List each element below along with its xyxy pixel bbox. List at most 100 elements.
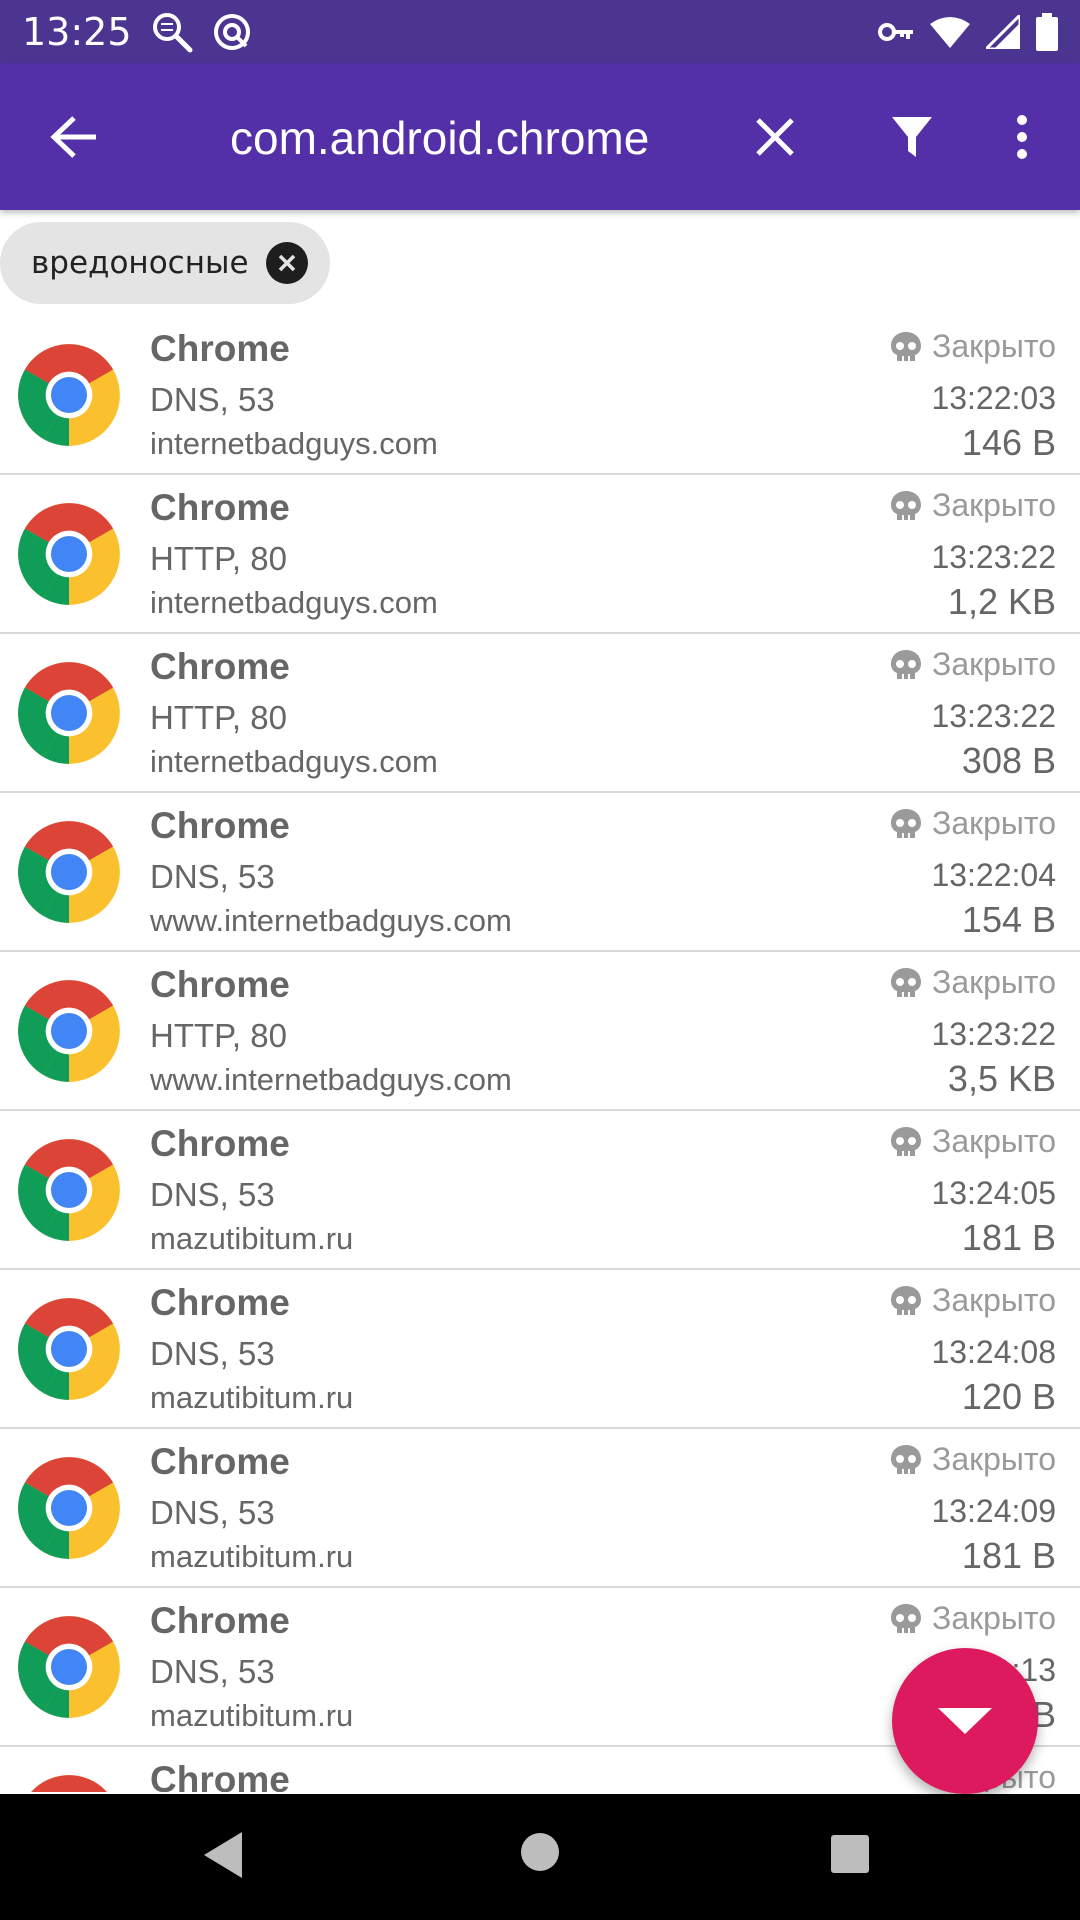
app-name: Chrome: [150, 1441, 290, 1482]
close-icon: [278, 254, 296, 272]
hostname: mazutibitum.ru: [150, 1539, 354, 1574]
hostname: mazutibitum.ru: [150, 1698, 354, 1733]
nav-recents-icon: [831, 1835, 869, 1873]
more-vert-icon: [1017, 115, 1027, 159]
chrome-icon: [18, 980, 120, 1082]
app-name: Chrome: [150, 1282, 290, 1323]
connection-status: Закрыто: [890, 1282, 1056, 1319]
status-bar: 13:25: [0, 0, 1080, 63]
timestamp: 13:24:09: [931, 1493, 1056, 1529]
timestamp: 13:24:08: [931, 1334, 1056, 1370]
list-item[interactable]: Chrome HTTP, 80 internetbadguys.com Закр…: [0, 475, 1080, 634]
data-size: 181 B: [961, 1535, 1056, 1576]
back-arrow-icon: [50, 116, 96, 158]
status-label: Закрыто: [931, 1282, 1056, 1318]
protocol-port: DNS, 53: [150, 1335, 275, 1372]
hostname: internetbadguys.com: [150, 426, 438, 461]
skull-icon: [890, 1603, 921, 1633]
status-time: 13:25: [22, 9, 132, 54]
connection-status: Закрыто: [890, 964, 1056, 1001]
skull-icon: [890, 1444, 921, 1474]
protocol-port: DNS, 53: [150, 381, 275, 418]
chrome-icon: [18, 821, 120, 923]
connection-status: Закрыто: [890, 646, 1056, 683]
status-label: Закрыто: [931, 964, 1056, 1000]
data-size: 120 B: [961, 1376, 1056, 1417]
signal-icon: [986, 14, 1020, 49]
status-bar-right: [878, 12, 1058, 51]
chrome-icon: [18, 1616, 120, 1718]
data-size: 1,2 KB: [947, 581, 1056, 622]
key-icon: [878, 20, 914, 44]
app-name: Chrome: [150, 328, 290, 369]
filter-chip-label: вредоносные: [31, 245, 249, 281]
connection-status: Закрыто: [890, 805, 1056, 842]
status-label: Закрыто: [931, 1441, 1056, 1477]
filter-chip[interactable]: вредоносные: [0, 222, 330, 304]
list-item[interactable]: Chrome DNS, 53 mazutibitum.ru Закрыто 13…: [0, 1270, 1080, 1429]
protocol-port: HTTP, 80: [150, 540, 287, 577]
status-label: Закрыто: [931, 1600, 1056, 1636]
filter-icon: [892, 117, 932, 157]
chip-remove-button[interactable]: [266, 242, 308, 284]
wifi-icon: [930, 16, 970, 48]
app-name: Chrome: [150, 487, 290, 528]
chrome-icon: [18, 1457, 120, 1559]
more-options-button[interactable]: [1000, 107, 1044, 167]
list-item[interactable]: Chrome HTTP, 80 internetbadguys.com Закр…: [0, 634, 1080, 793]
scroll-down-fab[interactable]: [892, 1648, 1038, 1794]
search-query[interactable]: com.android.chrome: [230, 109, 649, 167]
status-label: Закрыто: [931, 1123, 1056, 1159]
status-label: Закрыто: [931, 487, 1056, 523]
vpn-network-icon: [212, 12, 252, 52]
clear-search-button[interactable]: [745, 107, 805, 167]
skull-icon: [890, 1126, 921, 1156]
skull-icon: [890, 967, 921, 997]
status-label: Закрыто: [931, 646, 1056, 682]
chrome-icon: [18, 503, 120, 605]
back-button[interactable]: [44, 107, 104, 167]
data-size: 308 B: [961, 740, 1056, 781]
timestamp: 13:22:03: [931, 380, 1056, 416]
skull-icon: [890, 331, 921, 361]
timestamp: 13:23:22: [931, 1016, 1056, 1052]
chrome-icon: [18, 1298, 120, 1400]
filter-button[interactable]: [882, 107, 942, 167]
arrow-drop-down-icon: [938, 1708, 992, 1734]
connection-list[interactable]: Chrome DNS, 53 internetbadguys.com Закры…: [0, 316, 1080, 1792]
connection-status: Закрыто: [890, 328, 1056, 365]
app-name: Chrome: [150, 1600, 290, 1641]
protocol-port: HTTP, 80: [150, 1017, 287, 1054]
status-label: Закрыто: [931, 805, 1056, 841]
list-item[interactable]: Chrome DNS, 53 mazutibitum.ru Закрыто 13…: [0, 1429, 1080, 1588]
data-size: 3,5 KB: [947, 1058, 1056, 1099]
protocol-port: HTTP, 80: [150, 699, 287, 736]
chrome-icon: [18, 1139, 120, 1241]
protocol-port: DNS, 53: [150, 1653, 275, 1690]
hostname: mazutibitum.ru: [150, 1380, 354, 1415]
app-name: Chrome: [150, 646, 290, 687]
list-item[interactable]: Chrome DNS, 53 www.internetbadguys.com З…: [0, 793, 1080, 952]
protocol-port: DNS, 53: [150, 1176, 275, 1213]
hostname: www.internetbadguys.com: [150, 1062, 512, 1097]
skull-icon: [890, 808, 921, 838]
nav-home-icon: [521, 1833, 559, 1871]
hostname: www.internetbadguys.com: [150, 903, 512, 938]
connection-status: Закрыто: [890, 1123, 1056, 1160]
timestamp: 13:23:22: [931, 539, 1056, 575]
timestamp: 13:23:22: [931, 698, 1056, 734]
skull-icon: [890, 490, 921, 520]
hostname: mazutibitum.ru: [150, 1221, 354, 1256]
app-bar: com.android.chrome: [0, 63, 1080, 210]
nav-back-button[interactable]: [200, 1830, 246, 1885]
chrome-icon: [31, 1775, 107, 1792]
nav-recents-button[interactable]: [830, 1834, 870, 1879]
hostname: internetbadguys.com: [150, 744, 438, 779]
timestamp: 13:24:05: [931, 1175, 1056, 1211]
list-item[interactable]: Chrome HTTP, 80 www.internetbadguys.com …: [0, 952, 1080, 1111]
list-item[interactable]: Chrome DNS, 53 mazutibitum.ru Закрыто 13…: [0, 1111, 1080, 1270]
data-size: 146 B: [961, 422, 1056, 463]
nav-home-button[interactable]: [520, 1832, 560, 1877]
search-icon: [150, 10, 194, 54]
list-item[interactable]: Chrome DNS, 53 internetbadguys.com Закры…: [0, 316, 1080, 475]
